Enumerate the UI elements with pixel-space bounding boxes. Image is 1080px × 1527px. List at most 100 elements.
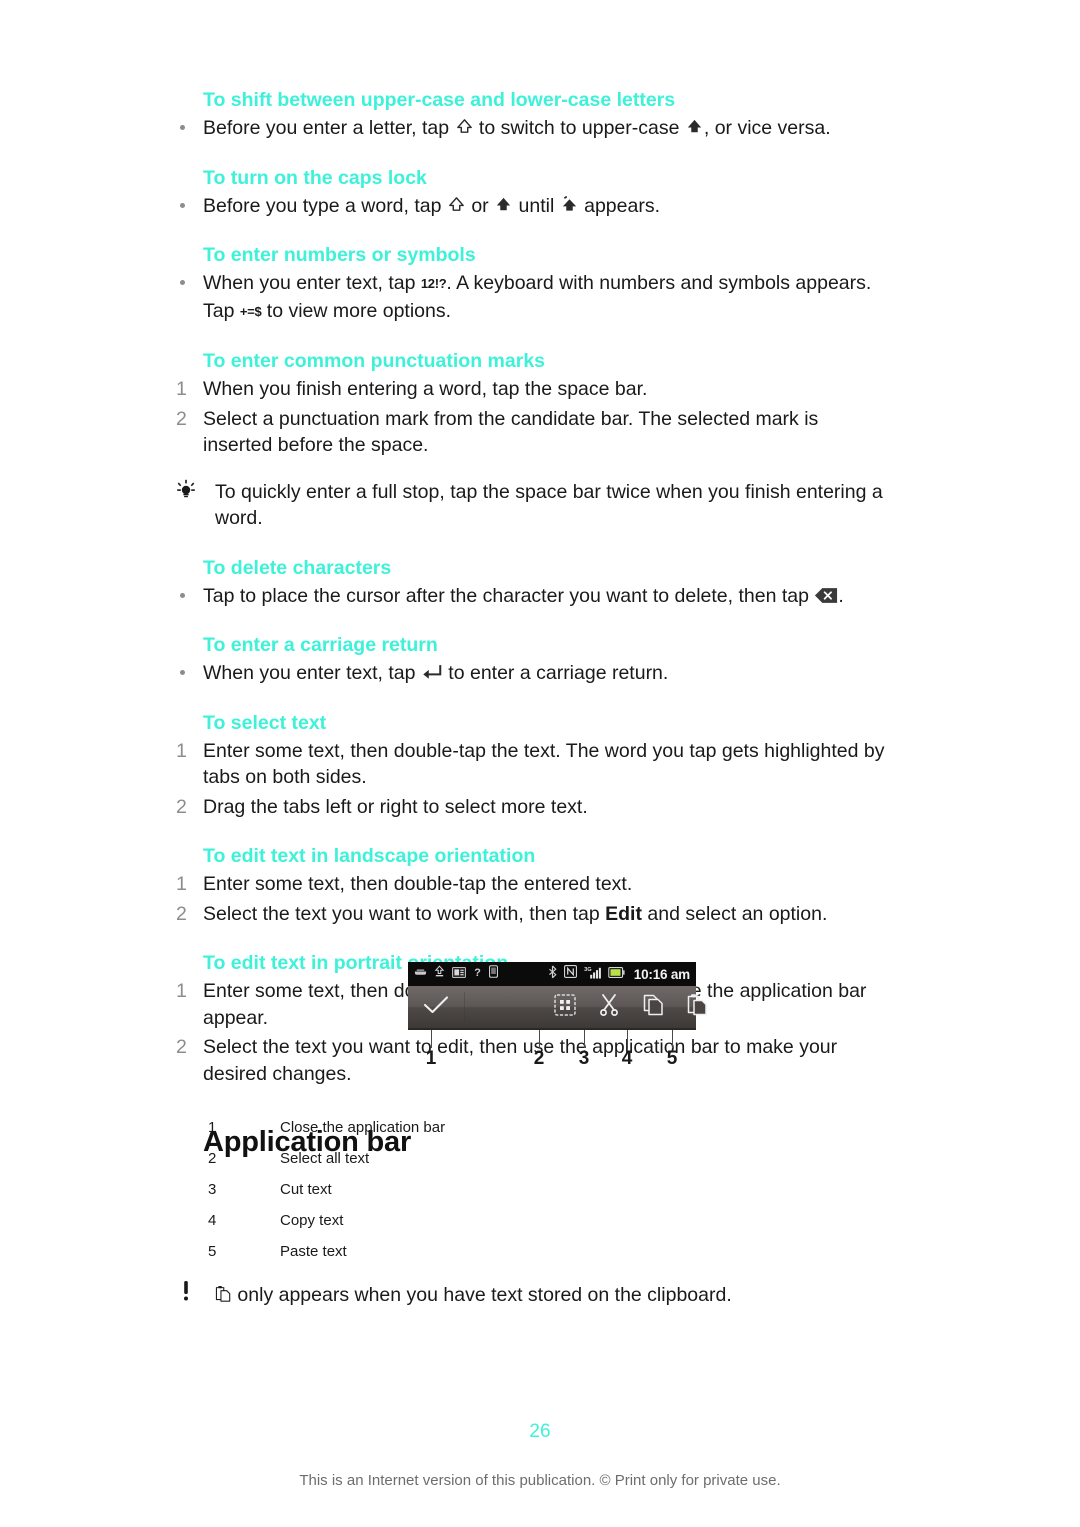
legend-number: 2 [208, 1150, 217, 1167]
application-bar-toolbar[interactable] [408, 986, 707, 1030]
signal-bars-icon: 3G [584, 965, 601, 984]
appbar-button-close[interactable] [408, 986, 464, 1028]
bluetooth-icon [548, 965, 557, 984]
list-item-number: 2 [176, 1036, 187, 1058]
list-item-text: Select a punctuation mark from the candi… [203, 407, 819, 457]
scissors-cut-icon [597, 993, 621, 1022]
list-item-text: Select the text you want to work with, t… [203, 903, 827, 925]
list-item: Tap to place the cursor after the charac… [170, 583, 890, 610]
section-heading-caps-lock: To turn on the caps lock [203, 166, 427, 189]
list-item-number: 2 [176, 407, 187, 430]
list-item: When you enter text, tap to enter a carr… [170, 660, 890, 687]
callout-number: 3 [578, 1048, 590, 1069]
appbar-gap [465, 986, 543, 1028]
tip-bulb-icon [172, 479, 206, 505]
callout-tick [672, 1030, 673, 1048]
bullet-marker [180, 202, 185, 208]
bullet-marker [180, 670, 185, 675]
list-item-text: When you enter text, tap to enter a carr… [203, 662, 669, 684]
list-item-number: 1 [176, 739, 187, 762]
bullet-marker [180, 592, 185, 598]
shift-outline-icon [455, 117, 474, 136]
page-footer-text: This is an Internet version of this publ… [299, 1472, 781, 1489]
legend-label: Close the application bar [280, 1119, 446, 1136]
section-heading-shift-case: To shift between upper-case and lower-ca… [203, 89, 676, 111]
legend-number: 4 [208, 1212, 217, 1229]
edit-emphasis: Edit [605, 902, 642, 925]
backspace-icon [814, 587, 838, 604]
legend-label: Cut text [280, 1181, 332, 1198]
usb-icon [414, 965, 427, 983]
section-heading-select-text: To select text [203, 711, 327, 734]
select-all-grid-icon [554, 993, 576, 1021]
nfc-icon [563, 965, 577, 983]
appbar-button-cut[interactable] [587, 986, 631, 1028]
tip-note: To quickly enter a full stop, tap the sp… [170, 479, 890, 532]
list-item-number: 1 [176, 378, 187, 400]
legend-row: 4 Copy text [208, 1211, 768, 1242]
legend-row: 1 Close the application bar [208, 1118, 768, 1149]
application-bar-figure: ? 3G 10:16 am 1 2 3 4 5 [408, 962, 707, 1076]
svg-text:?: ? [474, 967, 481, 978]
legend-row: 3 Cut text [208, 1180, 768, 1211]
list-item-number: 1 [176, 980, 187, 1002]
list-item: Before you type a word, tap or until app… [170, 193, 890, 220]
callout-number: 1 [425, 1048, 437, 1069]
callout-tick [431, 1030, 432, 1048]
legend-number: 3 [208, 1181, 217, 1198]
shift-filled-icon [494, 195, 513, 214]
appbar-button-paste[interactable] [675, 986, 719, 1028]
legend-label: Paste text [280, 1243, 347, 1260]
list-item: 2 Select a punctuation mark from the can… [170, 406, 890, 459]
appbar-button-copy[interactable] [631, 986, 675, 1028]
callout-number: 2 [533, 1048, 545, 1069]
warning-exclamation-icon [180, 1280, 200, 1308]
list-item-text: Tap to place the cursor after the charac… [203, 584, 844, 607]
callout-number: 4 [621, 1048, 633, 1069]
appbar-button-select-all[interactable] [543, 986, 587, 1028]
legend-number: 1 [208, 1119, 217, 1136]
list-item: Before you enter a letter, tap to switch… [170, 115, 890, 142]
list-item-number: 2 [176, 795, 187, 818]
checkmark-icon [422, 994, 450, 1021]
tip-note-text: To quickly enter a full stop, tap the sp… [215, 480, 883, 530]
paste-clipboard-icon [686, 993, 709, 1022]
numeric-keycap-label: 12!? [420, 276, 447, 291]
enter-return-icon [421, 664, 443, 681]
bullet-marker [180, 280, 185, 285]
callout-tick [584, 1030, 585, 1048]
sim-card-icon [452, 965, 466, 983]
caps-lock-icon [560, 195, 579, 214]
list-item-number: 1 [176, 873, 187, 895]
list-item-text: Before you enter a letter, tap to switch… [203, 117, 831, 139]
list-item: 2 Select the text you want to work with,… [170, 901, 890, 928]
legend-row: 2 Select all text [208, 1149, 768, 1180]
list-item-text-a: Select the text you want to work with, t… [203, 902, 606, 925]
svg-text:3G: 3G [584, 967, 591, 973]
list-item: When you enter text, tap 12!?. A keyboar… [170, 270, 890, 325]
section-heading-edit-landscape: To edit text in landscape orientation [203, 845, 536, 867]
bullet-marker [180, 125, 185, 130]
status-bar-left-icons: ? [414, 965, 499, 983]
list-item: 1 Enter some text, then double-tap the t… [170, 738, 890, 791]
status-bar-right-icons: 3G 10:16 am [548, 965, 690, 984]
phone-status-bar: ? 3G 10:16 am [408, 962, 696, 986]
list-item-text: Enter some text, then double-tap the tex… [203, 739, 885, 789]
section-heading-carriage-return: To enter a carriage return [203, 634, 438, 656]
copy-pages-icon [642, 993, 665, 1022]
section-heading-numbers-symbols: To enter numbers or symbols [203, 244, 476, 266]
application-bar-legend: 1 Close the application bar 2 Select all… [208, 1118, 768, 1273]
legend-label: Copy text [280, 1212, 344, 1229]
phone-icon [489, 965, 499, 983]
callout-tick [539, 1030, 540, 1048]
list-item-number: 2 [176, 902, 187, 925]
list-item-text: Drag the tabs left or right to select mo… [203, 795, 588, 818]
list-item: 2 Drag the tabs left or right to select … [170, 794, 890, 821]
page-number: 26 [529, 1421, 551, 1442]
